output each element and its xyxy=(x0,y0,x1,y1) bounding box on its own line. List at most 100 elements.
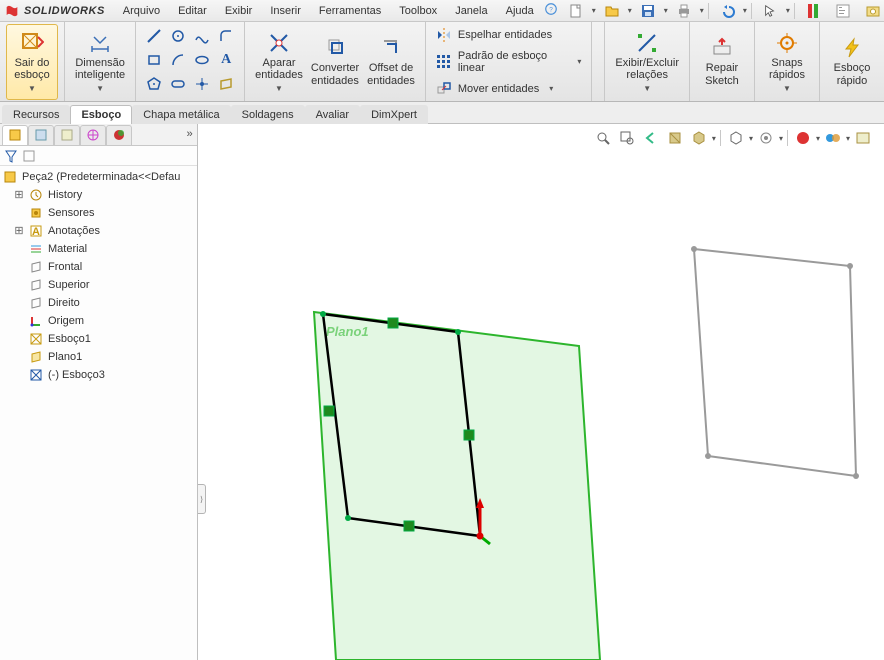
point-tool-button[interactable] xyxy=(190,72,214,96)
qat-undo-button[interactable] xyxy=(713,2,741,20)
repair-sketch-button[interactable]: Repair Sketch xyxy=(696,24,748,100)
help-icon[interactable]: ? xyxy=(544,2,558,19)
line-tool-button[interactable] xyxy=(142,24,166,48)
rapid-sketch-button[interactable]: Esboço rápido xyxy=(826,24,878,100)
graphics-viewport[interactable]: ▾ ▾ ▾ ▾ ▾ ⟩ Plano1 xyxy=(198,124,884,660)
tree-item-history[interactable]: ⊞ History xyxy=(0,186,197,204)
tree-item-origem[interactable]: Origem xyxy=(0,312,197,330)
filter-dropdown-icon[interactable] xyxy=(22,149,36,163)
panel-tab-dim[interactable] xyxy=(80,125,106,145)
panel-tab-property[interactable] xyxy=(28,125,54,145)
svg-text:?: ? xyxy=(549,6,553,13)
history-icon xyxy=(28,187,44,203)
tree-item-superior[interactable]: Superior xyxy=(0,276,197,294)
trim-label: Aparar entidades xyxy=(255,57,303,82)
slot-tool-button[interactable] xyxy=(166,72,190,96)
exit-sketch-button[interactable]: Sair do esboço ▼ xyxy=(6,24,58,100)
plane-icon xyxy=(28,259,44,275)
canvas-3d xyxy=(198,124,884,660)
plane-ref-icon xyxy=(28,349,44,365)
tree-root[interactable]: Peça2 (Predeterminada<<Defau xyxy=(0,168,197,186)
sensors-icon xyxy=(28,205,44,221)
tree-item-label: History xyxy=(48,189,82,201)
plane-icon xyxy=(28,277,44,293)
panel-tab-feature-tree[interactable] xyxy=(2,125,28,145)
trim-button[interactable]: Aparar entidades ▼ xyxy=(251,24,307,100)
fillet-tool-button[interactable] xyxy=(214,24,238,48)
tab-chapa[interactable]: Chapa metálica xyxy=(132,105,230,124)
spline-tool-button[interactable] xyxy=(190,24,214,48)
panel-expand-button[interactable]: » xyxy=(186,129,193,141)
snaps-label: Snaps rápidos xyxy=(769,57,805,82)
tab-dimxpert[interactable]: DimXpert xyxy=(360,105,428,124)
relations-button[interactable]: Exibir/Excluir relações ▼ xyxy=(611,24,683,100)
circle-tool-button[interactable] xyxy=(166,24,190,48)
tree-item-label: Origem xyxy=(48,315,84,327)
polygon-tool-button[interactable] xyxy=(142,72,166,96)
move-icon xyxy=(436,81,452,97)
rectangle-tool-button[interactable] xyxy=(142,48,166,72)
relations-icon xyxy=(635,31,659,55)
qat-save-button[interactable] xyxy=(634,2,662,20)
svg-text:A: A xyxy=(32,226,40,238)
qat-select-button[interactable] xyxy=(756,2,784,20)
qat-capture-button[interactable] xyxy=(859,2,884,20)
convert-button[interactable]: Converter entidades xyxy=(307,24,363,100)
mirror-button[interactable]: Espelhar entidades xyxy=(432,25,556,45)
relations-label: Exibir/Excluir relações xyxy=(615,57,679,82)
qat-print-button[interactable] xyxy=(670,2,698,20)
menu-ferramentas[interactable]: Ferramentas xyxy=(311,3,389,19)
panel-tab-config[interactable] xyxy=(54,125,80,145)
tab-avaliar[interactable]: Avaliar xyxy=(305,105,360,124)
menu-janela[interactable]: Janela xyxy=(447,3,495,19)
repair-label: Repair Sketch xyxy=(705,62,739,87)
pattern-icon xyxy=(436,54,452,70)
offset-label: Offset de entidades xyxy=(367,62,415,87)
offset-button[interactable]: Offset de entidades xyxy=(363,24,419,100)
tree-item--esbo-o3[interactable]: (-) Esboço3 xyxy=(0,366,197,384)
menu-editar[interactable]: Editar xyxy=(170,3,215,19)
tree-item-direito[interactable]: Direito xyxy=(0,294,197,312)
feature-tree: Peça2 (Predeterminada<<Defau ⊞ History Sen… xyxy=(0,166,197,660)
linear-pattern-button[interactable]: Padrão de esboço linear ▾ xyxy=(432,48,586,76)
move-button[interactable]: Mover entidades ▾ xyxy=(432,79,557,99)
tree-item-esbo-o1[interactable]: Esboço1 xyxy=(0,330,197,348)
qat-new-button[interactable] xyxy=(562,2,590,20)
rapid-icon xyxy=(840,36,864,60)
app-name: SOLIDWORKS xyxy=(24,5,105,17)
menu-inserir[interactable]: Inserir xyxy=(262,3,309,19)
panel-tab-strip: » xyxy=(0,124,197,146)
tree-item-label: Plano1 xyxy=(48,351,82,363)
move-label: Mover entidades xyxy=(458,83,539,95)
menu-arquivo[interactable]: Arquivo xyxy=(115,3,168,19)
repair-icon xyxy=(710,36,734,60)
qat-rebuild-button[interactable] xyxy=(799,2,827,20)
qat-open-button[interactable] xyxy=(598,2,626,20)
tab-recursos[interactable]: Recursos xyxy=(2,105,70,124)
ellipse-tool-button[interactable] xyxy=(190,48,214,72)
exit-sketch-icon xyxy=(20,31,44,55)
smart-dimension-button[interactable]: Dimensão inteligente ▼ xyxy=(71,24,129,100)
snaps-button[interactable]: Snaps rápidos ▼ xyxy=(761,24,813,100)
tab-esboco[interactable]: Esboço xyxy=(70,105,132,124)
menu-toolbox[interactable]: Toolbox xyxy=(391,3,445,19)
tree-item-label: Direito xyxy=(48,297,80,309)
tab-solda[interactable]: Soldagens xyxy=(231,105,305,124)
menu-exibir[interactable]: Exibir xyxy=(217,3,261,19)
tree-item-sensores[interactable]: Sensores xyxy=(0,204,197,222)
expand-toggle[interactable]: ⊞ xyxy=(14,224,24,238)
offset-icon xyxy=(379,36,403,60)
tree-item-frontal[interactable]: Frontal xyxy=(0,258,197,276)
expand-toggle[interactable]: ⊞ xyxy=(14,188,24,202)
menu-ajuda[interactable]: Ajuda xyxy=(498,3,542,19)
arc-tool-button[interactable] xyxy=(166,48,190,72)
tree-item-plano1[interactable]: Plano1 xyxy=(0,348,197,366)
plane-tool-button[interactable] xyxy=(214,72,238,96)
material-icon xyxy=(28,241,44,257)
qat-options-button[interactable] xyxy=(829,2,857,20)
text-tool-button[interactable]: A xyxy=(214,48,238,72)
panel-tab-render[interactable] xyxy=(106,125,132,145)
tree-item-material-n-o-especificado-[interactable]: Material xyxy=(0,240,197,258)
filter-icon[interactable] xyxy=(4,149,18,163)
tree-item-anota-es[interactable]: ⊞AAnotações xyxy=(0,222,197,240)
